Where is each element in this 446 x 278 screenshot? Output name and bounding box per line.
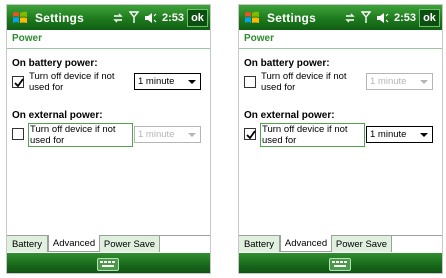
external-timeout-value: 1 minute xyxy=(370,129,407,140)
volume-speaker-icon[interactable] xyxy=(144,12,157,24)
external-timeout-select[interactable]: 1 minute xyxy=(366,126,433,143)
battery-turnoff-option[interactable]: Turn off device if not used for xyxy=(244,71,369,97)
connectivity-arrows-icon[interactable] xyxy=(112,12,124,24)
signal-antenna-icon[interactable] xyxy=(360,11,371,24)
heading-divider xyxy=(239,48,442,49)
menu-bar xyxy=(7,253,210,273)
battery-timeout-select[interactable]: 1 minute xyxy=(134,73,201,90)
chevron-down-icon xyxy=(188,80,196,84)
page-heading: Power xyxy=(12,33,43,44)
tab-advanced[interactable]: Advanced xyxy=(280,235,332,252)
windows-start-icon[interactable] xyxy=(11,9,29,27)
battery-section-title: On battery power: xyxy=(12,58,98,69)
app-title: Settings xyxy=(35,10,84,25)
device-screen-right: Settings 2:53 ok Power On battery power:… xyxy=(238,4,443,274)
title-bar: Settings 2:53 ok xyxy=(239,5,442,30)
battery-turnoff-label: Turn off device if not used for xyxy=(261,71,347,93)
app-title: Settings xyxy=(267,10,316,25)
clock: 2:53 xyxy=(393,11,416,24)
external-turnoff-label: Turn off device if not used for xyxy=(28,123,133,147)
battery-turnoff-label: Turn off device if not used for xyxy=(29,71,115,93)
signal-antenna-icon[interactable] xyxy=(128,11,139,24)
tab-strip: Battery Advanced Power Save xyxy=(239,235,442,252)
tab-advanced[interactable]: Advanced xyxy=(48,235,100,252)
clock: 2:53 xyxy=(161,11,184,24)
device-screen-left: Settings 2:53 ok Power On battery power:… xyxy=(6,4,211,274)
chevron-down-icon xyxy=(188,133,196,137)
battery-turnoff-option[interactable]: Turn off device if not used for xyxy=(12,71,137,97)
menu-bar xyxy=(239,253,442,273)
battery-timeout-select: 1 minute xyxy=(366,73,433,90)
volume-speaker-icon[interactable] xyxy=(376,12,389,24)
heading-divider xyxy=(7,48,210,49)
tab-power-save[interactable]: Power Save xyxy=(332,236,392,252)
ok-button[interactable]: ok xyxy=(187,8,208,27)
connectivity-arrows-icon[interactable] xyxy=(344,12,356,24)
keyboard-icon[interactable] xyxy=(97,258,119,271)
external-section-title: On external power: xyxy=(244,110,335,121)
battery-section-title: On battery power: xyxy=(244,58,330,69)
external-turnoff-option[interactable]: Turn off device if not used for xyxy=(12,123,137,149)
tab-strip: Battery Advanced Power Save xyxy=(7,235,210,252)
external-turnoff-checkbox[interactable] xyxy=(12,128,24,140)
external-timeout-value: 1 minute xyxy=(138,129,175,140)
external-turnoff-option[interactable]: Turn off device if not used for xyxy=(244,123,369,149)
tab-power-save[interactable]: Power Save xyxy=(100,236,160,252)
windows-start-icon[interactable] xyxy=(243,9,261,27)
external-turnoff-label: Turn off device if not used for xyxy=(260,123,365,147)
battery-timeout-value: 1 minute xyxy=(138,76,175,87)
ok-button[interactable]: ok xyxy=(419,8,440,27)
battery-turnoff-checkbox[interactable] xyxy=(12,76,24,88)
external-section-title: On external power: xyxy=(12,110,103,121)
chevron-down-icon xyxy=(420,133,428,137)
chevron-down-icon xyxy=(420,80,428,84)
external-turnoff-checkbox[interactable] xyxy=(244,128,256,140)
battery-timeout-value: 1 minute xyxy=(370,76,407,87)
tab-battery[interactable]: Battery xyxy=(7,236,48,252)
title-bar: Settings 2:53 ok xyxy=(7,5,210,30)
tab-battery[interactable]: Battery xyxy=(239,236,280,252)
page-heading: Power xyxy=(244,33,275,44)
external-timeout-select: 1 minute xyxy=(134,126,201,143)
battery-turnoff-checkbox[interactable] xyxy=(244,76,256,88)
keyboard-icon[interactable] xyxy=(329,258,351,271)
